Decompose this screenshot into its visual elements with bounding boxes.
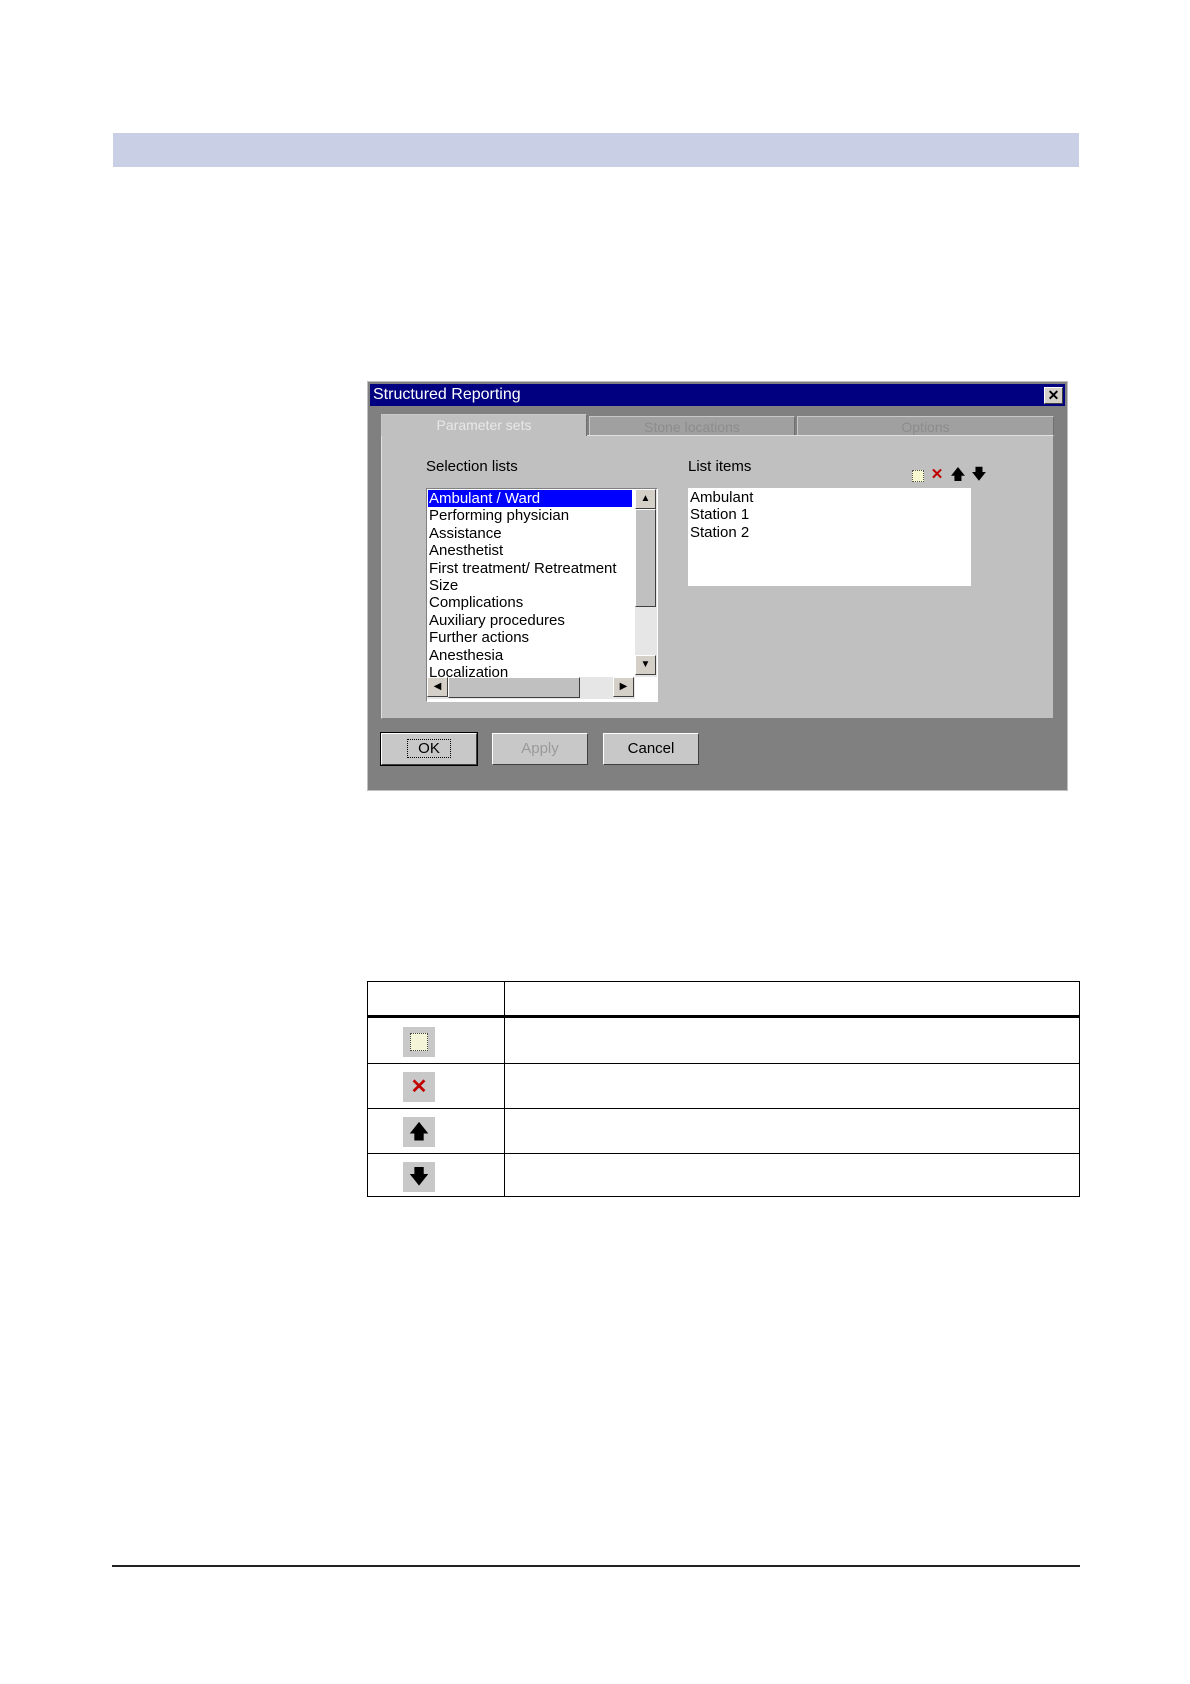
header-band: [113, 133, 1079, 167]
list-item[interactable]: Anesthesia: [429, 647, 503, 664]
left-arrow-icon: ◀: [433, 681, 442, 692]
apply-button[interactable]: Apply: [492, 733, 588, 765]
cancel-button[interactable]: Cancel: [603, 733, 699, 765]
delete-glyph: ✕: [410, 1076, 428, 1098]
selection-lists-label: Selection lists: [426, 458, 518, 475]
up-arrow-icon: ▲: [640, 493, 651, 504]
list-item[interactable]: Performing physician: [429, 507, 569, 524]
delete-icon[interactable]: ✕: [928, 466, 946, 484]
horizontal-scrollbar[interactable]: ◀ ▶: [427, 677, 635, 699]
scroll-left-button[interactable]: ◀: [427, 677, 448, 697]
table-row-rule: [368, 1063, 1079, 1064]
selection-lists-listbox[interactable]: Ambulant / Ward Performing physician Assis…: [426, 488, 658, 702]
move-up-icon: 🡅: [403, 1117, 435, 1147]
cancel-label: Cancel: [627, 740, 675, 757]
new-item-icon: [403, 1027, 435, 1057]
list-item[interactable]: Auxiliary procedures: [429, 612, 565, 629]
list-item[interactable]: Station 2: [690, 524, 749, 541]
tab-label: Stone locations: [644, 419, 740, 435]
list-item[interactable]: Ambulant: [690, 489, 753, 506]
move-up-glyph: 🡅: [408, 1121, 430, 1143]
table-row-rule: [368, 1108, 1079, 1109]
list-items-listbox[interactable]: Ambulant Station 1 Station 2: [688, 488, 971, 586]
ok-button[interactable]: OK: [380, 732, 478, 766]
ok-label: OK: [407, 739, 451, 758]
list-item[interactable]: Complications: [429, 594, 523, 611]
title-bar: Structured Reporting ✕: [370, 384, 1065, 406]
list-item[interactable]: Assistance: [429, 525, 502, 542]
move-down-glyph: 🡇: [408, 1166, 430, 1188]
list-item[interactable]: Station 1: [690, 506, 749, 523]
scroll-right-button[interactable]: ▶: [613, 677, 634, 697]
footer-rule: [112, 1565, 1080, 1567]
dialog-title: Structured Reporting: [373, 386, 521, 403]
list-item[interactable]: Size: [429, 577, 458, 594]
move-down-icon[interactable]: 🡇: [970, 466, 988, 484]
tab-stone-locations[interactable]: Stone locations: [589, 416, 795, 436]
tab-options[interactable]: Options: [797, 416, 1054, 436]
hscroll-thumb[interactable]: [448, 677, 580, 698]
list-item[interactable]: Further actions: [429, 629, 529, 646]
apply-label: Apply: [521, 740, 559, 757]
table-header-rule: [368, 1015, 1079, 1018]
scroll-up-button[interactable]: ▲: [635, 489, 656, 509]
list-items-label: List items: [688, 458, 752, 475]
move-up-icon[interactable]: 🡅: [949, 466, 967, 484]
table-row-rule: [368, 1153, 1079, 1154]
move-down-icon: 🡇: [403, 1162, 435, 1192]
tab-label: Parameter sets: [436, 417, 532, 433]
scroll-down-button[interactable]: ▼: [635, 655, 656, 675]
delete-icon: ✕: [403, 1072, 435, 1102]
new-item-icon[interactable]: [909, 466, 927, 484]
close-button[interactable]: ✕: [1044, 387, 1063, 404]
tab-parameter-sets[interactable]: Parameter sets: [381, 414, 587, 436]
list-item[interactable]: Anesthetist: [429, 542, 503, 559]
list-item[interactable]: Ambulant / Ward: [428, 490, 632, 507]
icon-table: ✕ 🡅 🡇: [367, 981, 1080, 1197]
list-item[interactable]: First treatment/ Retreatment: [429, 560, 617, 577]
structured-reporting-dialog: Structured Reporting ✕ Parameter sets St…: [367, 381, 1068, 791]
close-icon: ✕: [1047, 387, 1060, 403]
scroll-thumb[interactable]: [635, 509, 656, 607]
vertical-scrollbar[interactable]: ▲ ▼: [635, 489, 657, 677]
right-arrow-icon: ▶: [619, 681, 628, 692]
parameter-sets-panel: Selection lists List items ✕ 🡅 🡇 Ambulan…: [381, 435, 1054, 719]
tab-label: Options: [901, 419, 950, 435]
down-arrow-icon: ▼: [640, 659, 651, 670]
